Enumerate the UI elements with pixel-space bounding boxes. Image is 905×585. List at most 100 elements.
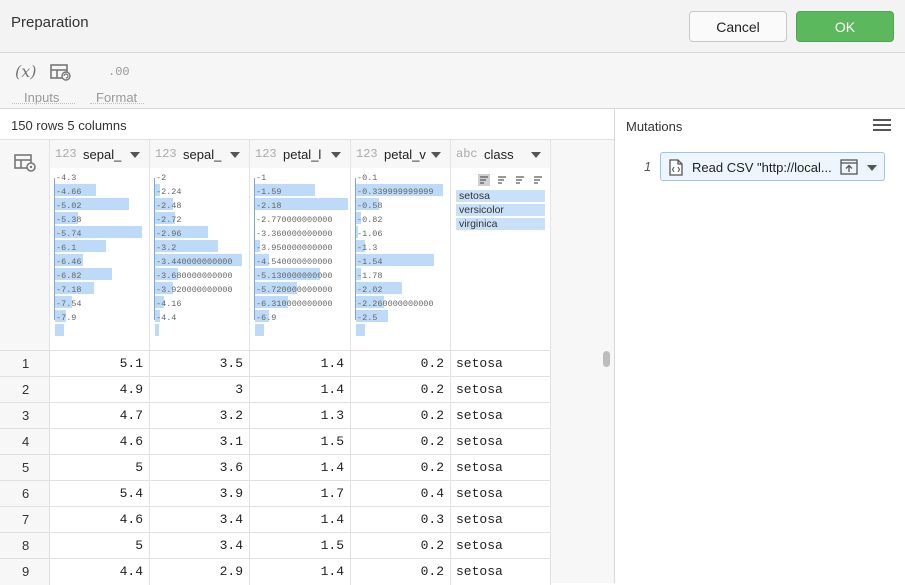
table-cell[interactable]: 4.7 bbox=[50, 403, 150, 429]
sort-numeric-icon[interactable] bbox=[478, 174, 490, 186]
table-row[interactable]: 5 5 3.6 1.4 0.2 setosa bbox=[0, 454, 551, 481]
histogram-tick-label: -2.96 bbox=[156, 229, 182, 239]
table-row[interactable]: 6 5.4 3.9 1.7 0.4 setosa bbox=[0, 480, 551, 507]
table-cell[interactable]: 5 bbox=[50, 455, 150, 481]
category-item[interactable]: versicolor bbox=[456, 204, 545, 216]
table-cell[interactable]: 0.2 bbox=[351, 533, 451, 559]
table-cell[interactable]: 1.4 bbox=[250, 351, 351, 377]
sort-lines-icon[interactable] bbox=[514, 174, 526, 186]
table-row[interactable]: 4 4.6 3.1 1.5 0.2 setosa bbox=[0, 428, 551, 455]
histogram-tick-label: -4.3 bbox=[56, 173, 77, 183]
chevron-down-icon[interactable] bbox=[331, 152, 341, 158]
table-cell[interactable]: setosa bbox=[451, 481, 551, 507]
mutation-item-read-csv[interactable]: Read CSV "http://local... bbox=[660, 152, 885, 181]
format-icon[interactable]: .00 bbox=[108, 65, 130, 79]
table-cell[interactable]: 3.4 bbox=[150, 533, 250, 559]
histogram-tick-label: -5.74 bbox=[56, 229, 82, 239]
menu-icon[interactable] bbox=[873, 119, 891, 133]
table-row[interactable]: 9 4.4 2.9 1.4 0.2 setosa bbox=[0, 558, 551, 585]
table-cell[interactable]: 1.5 bbox=[250, 429, 351, 455]
table-cell[interactable]: 3.4 bbox=[150, 507, 250, 533]
table-cell[interactable]: 5.1 bbox=[50, 351, 150, 377]
table-cell[interactable]: 0.2 bbox=[351, 429, 451, 455]
upload-icon[interactable] bbox=[840, 159, 858, 180]
table-cell[interactable]: setosa bbox=[451, 351, 551, 377]
table-cell[interactable]: setosa bbox=[451, 507, 551, 533]
sort-alpha-icon[interactable] bbox=[496, 174, 508, 186]
ok-button[interactable]: OK bbox=[796, 11, 894, 42]
filter-lines-icon[interactable] bbox=[532, 174, 544, 186]
category-item[interactable]: setosa bbox=[456, 190, 545, 202]
column-header[interactable]: 123 petal_v bbox=[351, 140, 451, 168]
table-cell[interactable]: 0.2 bbox=[351, 377, 451, 403]
table-cell[interactable]: 3.1 bbox=[150, 429, 250, 455]
mutations-pane: Mutations 1 Read CSV "http://local... bbox=[614, 109, 905, 583]
histogram-bar bbox=[255, 324, 264, 336]
histogram-tick-label: -5.02 bbox=[56, 201, 82, 211]
chevron-down-icon[interactable] bbox=[431, 152, 441, 158]
column-type-badge: abc bbox=[456, 147, 478, 161]
table-row[interactable]: 8 5 3.4 1.5 0.2 setosa bbox=[0, 532, 551, 559]
table-row[interactable]: 7 4.6 3.4 1.4 0.3 setosa bbox=[0, 506, 551, 533]
table-cell[interactable]: 4.6 bbox=[50, 507, 150, 533]
table-row[interactable]: 3 4.7 3.2 1.3 0.2 setosa bbox=[0, 402, 551, 429]
table-cell[interactable]: 3.6 bbox=[150, 455, 250, 481]
table-cell[interactable]: setosa bbox=[451, 559, 551, 585]
table-refresh-icon[interactable] bbox=[50, 63, 72, 85]
table-cell[interactable]: 1.7 bbox=[250, 481, 351, 507]
table-cell[interactable]: setosa bbox=[451, 403, 551, 429]
table-cell[interactable]: 4.6 bbox=[50, 429, 150, 455]
table-cell[interactable]: 1.4 bbox=[250, 455, 351, 481]
table-cell[interactable]: 2.9 bbox=[150, 559, 250, 585]
histogram-tick-label: -4.540000000000 bbox=[256, 257, 333, 267]
table-cell[interactable]: 1.4 bbox=[250, 559, 351, 585]
table-cell[interactable]: 1.4 bbox=[250, 507, 351, 533]
column-type-badge: 123 bbox=[155, 147, 177, 161]
table-cell[interactable]: 4.9 bbox=[50, 377, 150, 403]
table-cell[interactable]: 5 bbox=[50, 533, 150, 559]
histogram-tick-label: -5.720000000000 bbox=[256, 285, 333, 295]
table-cell[interactable]: 0.2 bbox=[351, 351, 451, 377]
chevron-down-icon[interactable] bbox=[230, 152, 240, 158]
column-name: sepal_ bbox=[83, 147, 122, 162]
table-cell[interactable]: 3 bbox=[150, 377, 250, 403]
table-cell[interactable]: setosa bbox=[451, 533, 551, 559]
column-summary: -4.3 -4.66 -5.02 -5.38 -5.74 -6.1 -6.46 -6.82 -7… bbox=[50, 168, 150, 350]
table-cell[interactable]: 0.3 bbox=[351, 507, 451, 533]
histogram-tick-label: -5.38 bbox=[56, 215, 82, 225]
table-cell[interactable]: 5.4 bbox=[50, 481, 150, 507]
table-cell[interactable]: 1.4 bbox=[250, 377, 351, 403]
category-item[interactable]: virginica bbox=[456, 218, 545, 230]
cancel-button[interactable]: Cancel bbox=[689, 11, 787, 42]
chevron-down-icon[interactable] bbox=[130, 152, 140, 158]
column-header[interactable]: 123 sepal_ bbox=[150, 140, 250, 168]
table-cell[interactable]: 4.4 bbox=[50, 559, 150, 585]
file-code-icon bbox=[669, 159, 683, 181]
table-row[interactable]: 1 5.1 3.5 1.4 0.2 setosa bbox=[0, 350, 551, 377]
column-summary: -1 -1.59 -2.18 -2.770000000000 -3.3600000000… bbox=[250, 168, 351, 350]
chevron-down-icon[interactable] bbox=[531, 152, 541, 158]
table-cell[interactable]: setosa bbox=[451, 377, 551, 403]
column-header[interactable]: 123 sepal_ bbox=[50, 140, 150, 168]
column-header[interactable]: abc class bbox=[451, 140, 551, 168]
table-cell[interactable]: setosa bbox=[451, 429, 551, 455]
table-cell[interactable]: 0.2 bbox=[351, 559, 451, 585]
table-row[interactable]: 2 4.9 3 1.4 0.2 setosa bbox=[0, 376, 551, 403]
histogram-tick-label: -1.59 bbox=[256, 187, 282, 197]
table-cell[interactable]: 0.2 bbox=[351, 455, 451, 481]
table-cell[interactable]: 1.3 bbox=[250, 403, 351, 429]
table-cell[interactable]: 0.2 bbox=[351, 403, 451, 429]
column-summary: -2 -2.24 -2.48 -2.72 -2.96 -3.2 -3.44000000000… bbox=[150, 168, 250, 350]
vertical-scrollbar[interactable] bbox=[603, 351, 610, 367]
column-name: sepal_ bbox=[183, 147, 222, 162]
column-header[interactable]: 123 petal_l bbox=[250, 140, 351, 168]
table-cell[interactable]: 0.4 bbox=[351, 481, 451, 507]
table-cell[interactable]: setosa bbox=[451, 455, 551, 481]
table-cell[interactable]: 3.2 bbox=[150, 403, 250, 429]
table-settings-icon[interactable] bbox=[14, 153, 38, 178]
table-cell[interactable]: 1.5 bbox=[250, 533, 351, 559]
table-cell[interactable]: 3.9 bbox=[150, 481, 250, 507]
chevron-down-icon[interactable] bbox=[867, 165, 877, 171]
variable-icon[interactable]: (x) bbox=[15, 62, 37, 81]
table-cell[interactable]: 3.5 bbox=[150, 351, 250, 377]
